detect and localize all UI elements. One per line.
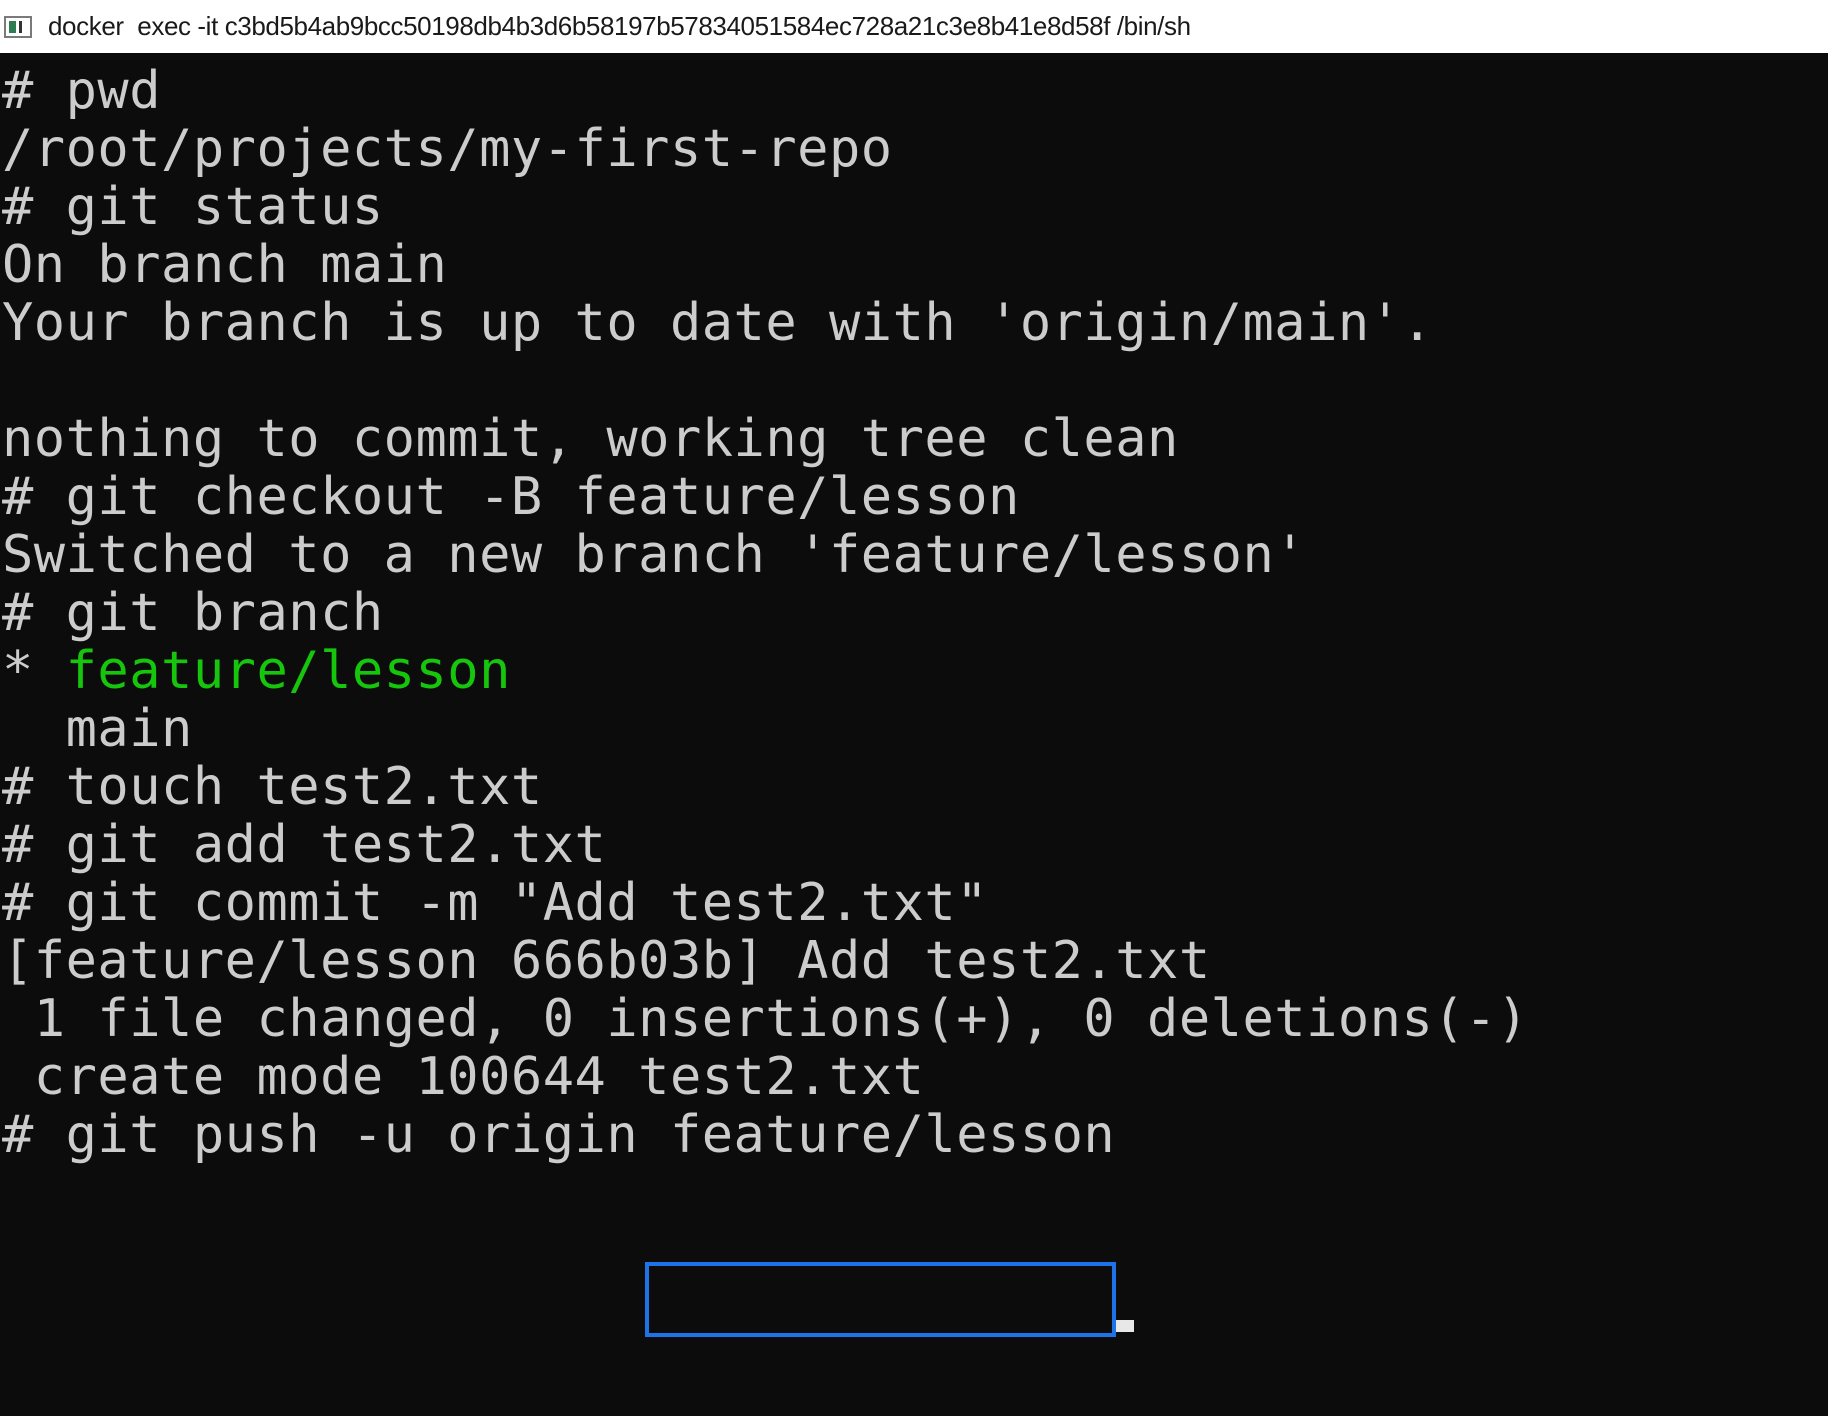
current-branch-name: feature/lesson (65, 641, 511, 701)
terminal-line: # git commit -m "Add test2.txt" (2, 873, 989, 933)
terminal-line: # touch test2.txt (2, 757, 543, 817)
terminal-line: On branch main (2, 235, 448, 295)
terminal-line: nothing to commit, working tree clean (2, 409, 1179, 469)
terminal-line: Your branch is up to date with 'origin/m… (2, 293, 1434, 353)
terminal-line: # git checkout -B feature/lesson (2, 467, 1020, 527)
title-bar[interactable]: docker exec -it c3bd5b4ab9bcc50198db4b3d… (0, 0, 1828, 53)
terminal-line: create mode 100644 test2.txt (2, 1047, 925, 1107)
highlight-annotation-box (645, 1262, 1116, 1337)
terminal-line: # git add test2.txt (2, 815, 607, 875)
terminal-line: main (2, 699, 193, 759)
terminal-icon (4, 14, 34, 40)
terminal-line: 1 file changed, 0 insertions(+), 0 delet… (2, 989, 1529, 1049)
window-title: docker exec -it c3bd5b4ab9bcc50198db4b3d… (48, 11, 1191, 41)
terminal-line-current-branch: * feature/lesson (2, 638, 511, 705)
command-prompt-line[interactable]: # git push -u origin feature/lesson (2, 1102, 1115, 1169)
current-branch-marker: * (2, 641, 66, 701)
terminal-line: Switched to a new branch 'feature/lesson… (2, 525, 1307, 585)
terminal-line: /root/projects/my-first-repo (2, 119, 893, 179)
terminal-line: # git status (2, 177, 384, 237)
terminal-line: # git branch (2, 583, 384, 643)
terminal-line: [feature/lesson 666b03b] Add test2.txt (2, 931, 1211, 991)
terminal-line: # pwd (2, 61, 162, 121)
terminal-window: docker exec -it c3bd5b4ab9bcc50198db4b3d… (0, 0, 1828, 1416)
text-cursor (1116, 1320, 1134, 1332)
terminal-output[interactable]: # pwd /root/projects/my-first-repo # git… (0, 58, 1828, 1416)
